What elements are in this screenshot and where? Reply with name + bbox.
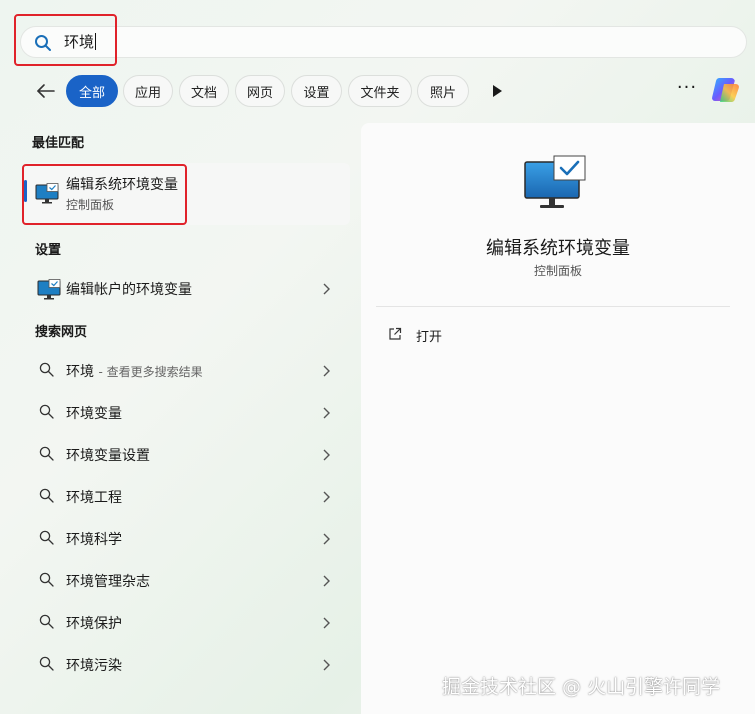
- detail-panel: [361, 123, 755, 714]
- tab-settings[interactable]: 设置: [291, 75, 342, 107]
- web-result-label: 环境污染: [66, 658, 122, 674]
- web-result-label: 环境工程: [66, 490, 122, 506]
- web-result-label: 环境变量设置: [66, 448, 150, 464]
- search-icon: [39, 614, 54, 629]
- tab-all[interactable]: 全部: [66, 75, 118, 107]
- search-icon: [39, 530, 54, 545]
- chevron-right-icon: [323, 575, 330, 587]
- best-match-heading: 最佳匹配: [32, 136, 85, 151]
- chevron-right-icon: [323, 533, 330, 545]
- search-icon: [39, 488, 54, 503]
- web-result-label: 环境科学: [66, 532, 122, 548]
- search-bar[interactable]: [20, 26, 747, 58]
- more-options-button[interactable]: ···: [676, 79, 698, 99]
- detail-title: 编辑系统环境变量: [486, 238, 630, 259]
- search-icon: [39, 404, 54, 419]
- web-result-label: 环境管理杂志: [66, 574, 150, 590]
- tab-web[interactable]: 网页: [235, 75, 285, 107]
- chevron-right-icon: [323, 659, 330, 671]
- chevron-right-icon: [323, 365, 330, 377]
- settings-item-label: 编辑帐户的环境变量: [66, 282, 192, 298]
- search-icon: [39, 446, 54, 461]
- web-result-hint: - 查看更多搜索结果: [98, 365, 203, 379]
- web-result-label: 环境变量: [66, 406, 122, 422]
- highlight-box-best-match: [22, 164, 187, 225]
- open-external-icon: [389, 327, 402, 340]
- highlight-box-search: [14, 14, 117, 66]
- chevron-right-icon: [323, 491, 330, 503]
- watermark-text: 掘金技术社区 @ 火山引擎许同学: [442, 676, 721, 698]
- copilot-icon[interactable]: [710, 74, 742, 106]
- web-search-heading: 搜索网页: [35, 325, 88, 340]
- tab-documents[interactable]: 文档: [179, 75, 229, 107]
- search-icon: [39, 362, 54, 377]
- detail-subtitle: 控制面板: [533, 264, 582, 278]
- chevron-right-icon: [323, 617, 330, 629]
- chevron-right-icon: [323, 449, 330, 461]
- search-icon: [39, 656, 54, 671]
- monitor-settings-icon: [524, 155, 586, 208]
- search-icon: [39, 572, 54, 587]
- web-result-label: 环境保护: [66, 616, 122, 632]
- play-more-tabs-icon[interactable]: [491, 84, 503, 98]
- back-arrow-icon[interactable]: [32, 80, 58, 102]
- detail-divider: [376, 306, 730, 307]
- monitor-settings-icon: [37, 279, 61, 300]
- tab-apps[interactable]: 应用: [123, 75, 173, 107]
- chevron-right-icon: [323, 407, 330, 419]
- settings-heading: 设置: [35, 243, 62, 258]
- chevron-right-icon: [323, 283, 330, 295]
- tab-folders[interactable]: 文件夹: [348, 75, 412, 107]
- open-action[interactable]: 打开: [416, 326, 442, 345]
- web-result-label: 环境: [66, 364, 94, 380]
- tab-photos[interactable]: 照片: [417, 75, 469, 107]
